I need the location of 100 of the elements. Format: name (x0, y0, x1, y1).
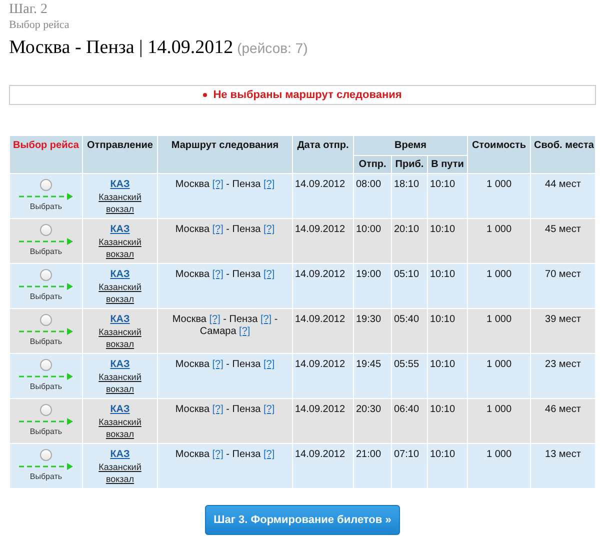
info-link[interactable]: [?] (212, 404, 224, 415)
table-cell: 1 000 (468, 354, 530, 398)
info-link[interactable]: [?] (264, 224, 275, 235)
info-link[interactable]: [?] (209, 314, 220, 325)
station-link[interactable]: Казанский вокзал (95, 416, 145, 440)
station-code-link[interactable]: КАЗ (110, 359, 130, 370)
route-text: Москва [?] - Пенза [?] (175, 404, 275, 415)
info-link[interactable]: [?] (264, 359, 275, 370)
select-label[interactable]: Выбрать (30, 381, 62, 393)
select-label[interactable]: Выбрать (30, 201, 62, 213)
table-cell: 14.09.2012 (292, 398, 354, 444)
table-cell: 1 000 (468, 398, 530, 444)
select-label[interactable]: Выбрать (30, 336, 62, 348)
table-cell: 10:10 (428, 264, 468, 308)
bullet-icon (203, 93, 208, 97)
column-header: Отправление (82, 136, 158, 174)
info-link[interactable]: [?] (264, 179, 275, 190)
table-cell: 20:10 (392, 218, 428, 264)
info-link[interactable]: [?] (239, 326, 250, 337)
table-cell: 14.09.2012 (292, 354, 354, 398)
table-cell: 06:40 (392, 398, 428, 444)
info-link[interactable]: [?] (212, 269, 224, 280)
table-cell: 19:30 (354, 308, 392, 354)
dashed-arrow-icon (18, 237, 74, 246)
table-cell: 1 000 (468, 444, 530, 488)
station-link[interactable]: Казанский вокзал (95, 461, 145, 485)
trip-count: (рейсов: 7) (237, 40, 308, 56)
route-text: Москва [?] - Пенза [?] (175, 269, 275, 280)
select-label[interactable]: Выбрать (30, 246, 62, 258)
radio-button[interactable] (40, 179, 52, 191)
station-link[interactable]: Казанский вокзал (95, 191, 145, 215)
table-cell: 21:00 (354, 444, 392, 488)
dashed-arrow-icon (18, 372, 74, 381)
info-link[interactable]: [?] (264, 404, 275, 415)
table-cell: 10:10 (428, 308, 468, 354)
column-header: В пути (428, 156, 468, 174)
station-code-link[interactable]: КАЗ (110, 179, 130, 190)
info-link[interactable]: [?] (260, 314, 272, 325)
route-text: Москва [?] - Пенза [?] (175, 224, 275, 235)
info-link[interactable]: [?] (212, 179, 224, 190)
station-link[interactable]: Казанский вокзал (95, 281, 145, 305)
column-header: Своб. места (530, 136, 596, 174)
column-header: Стоимость (468, 136, 530, 174)
table-cell: 10:10 (428, 174, 468, 218)
table-cell: 45 мест (530, 218, 596, 264)
radio-button[interactable] (40, 314, 52, 326)
table-cell: 23 мест (530, 354, 596, 398)
dashed-arrow-icon (18, 282, 74, 291)
table-cell: 10:00 (354, 218, 392, 264)
table-cell: 44 мест (530, 174, 596, 218)
station-code-link[interactable]: КАЗ (110, 314, 130, 325)
station-code-link[interactable]: КАЗ (110, 224, 130, 235)
table-cell: 14.09.2012 (292, 218, 354, 264)
step-title: Выбор рейса (9, 18, 70, 32)
column-header: Приб. (392, 156, 428, 174)
page-title: Москва - Пенза | 14.09.2012 (9, 37, 234, 58)
column-header: Выбор рейса (10, 136, 82, 174)
dashed-arrow-icon (18, 417, 74, 426)
station-code-link[interactable]: КАЗ (110, 449, 130, 460)
info-link[interactable]: [?] (264, 269, 275, 280)
dashed-arrow-icon (18, 327, 74, 336)
table-cell: 07:10 (392, 444, 428, 488)
table-cell: 10:10 (428, 354, 468, 398)
error-message: Не выбраны маршрут следования (213, 89, 402, 101)
radio-button[interactable] (40, 224, 52, 236)
radio-button[interactable] (40, 449, 52, 461)
station-code-link[interactable]: КАЗ (110, 404, 130, 415)
select-label[interactable]: Выбрать (30, 426, 62, 438)
column-header: Дата отпр. (292, 136, 354, 174)
station-link[interactable]: Казанский вокзал (95, 326, 145, 350)
dashed-arrow-icon (18, 192, 74, 201)
info-link[interactable]: [?] (212, 359, 224, 370)
table-cell: 14.09.2012 (292, 444, 354, 488)
dashed-arrow-icon (18, 462, 74, 471)
table-cell: 14.09.2012 (292, 174, 354, 218)
station-code-link[interactable]: КАЗ (110, 269, 130, 280)
next-step-button[interactable]: Шаг 3. Формирование билетов » (204, 505, 400, 535)
table-cell: 18:10 (392, 174, 428, 218)
table-cell: 05:40 (392, 308, 428, 354)
select-label[interactable]: Выбрать (30, 291, 62, 303)
table-cell: 1 000 (468, 264, 530, 308)
radio-button[interactable] (40, 404, 52, 416)
table-cell: 46 мест (530, 398, 596, 444)
table-cell: 1 000 (468, 174, 530, 218)
table-cell: 08:00 (354, 174, 392, 218)
column-header: Отпр. (354, 156, 392, 174)
radio-button[interactable] (40, 269, 52, 281)
info-link[interactable]: [?] (212, 224, 224, 235)
table-cell: 10:10 (428, 398, 468, 444)
station-link[interactable]: Казанский вокзал (95, 371, 145, 395)
table-cell: 05:55 (392, 354, 428, 398)
step-number: Шаг. 2 (9, 2, 48, 18)
table-cell: 19:45 (354, 354, 392, 398)
select-label[interactable]: Выбрать (30, 471, 62, 483)
table-cell: 14.09.2012 (292, 264, 354, 308)
info-link[interactable]: [?] (264, 449, 275, 460)
table-cell: 1 000 (468, 308, 530, 354)
radio-button[interactable] (40, 359, 52, 371)
station-link[interactable]: Казанский вокзал (95, 236, 145, 260)
info-link[interactable]: [?] (212, 449, 224, 460)
